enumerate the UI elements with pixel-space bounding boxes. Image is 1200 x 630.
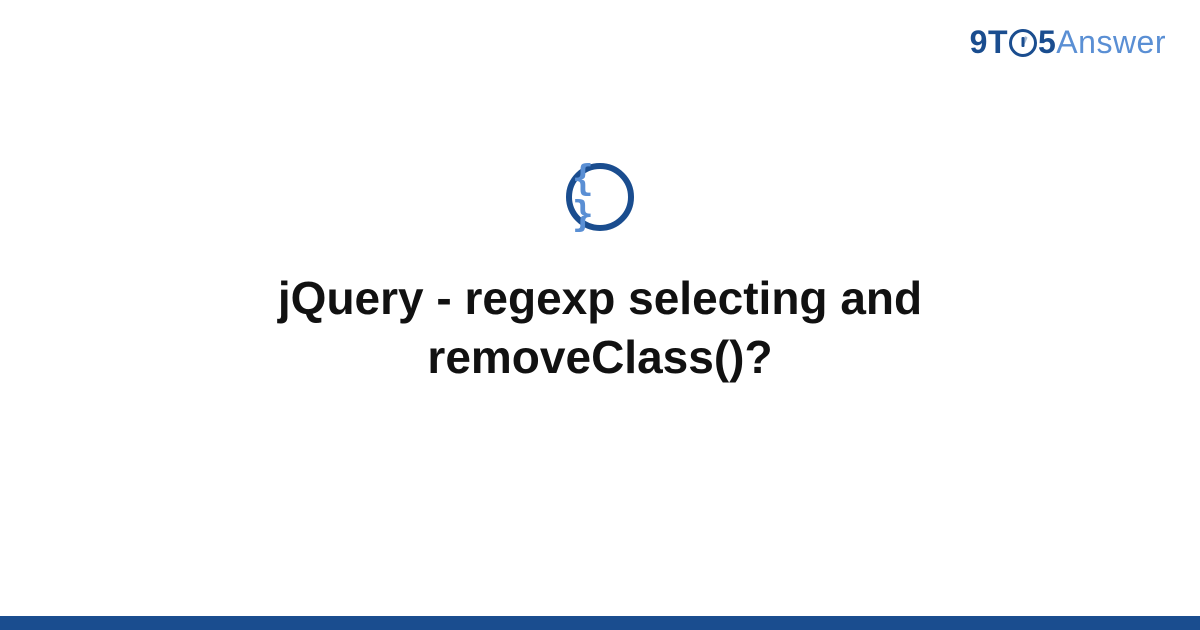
code-braces-icon: { } [572,161,628,233]
question-title: jQuery - regexp selecting and removeClas… [150,269,1050,387]
main-content: { } jQuery - regexp selecting and remove… [0,0,1200,630]
footer-accent-bar [0,616,1200,630]
category-icon: { } [566,163,634,231]
